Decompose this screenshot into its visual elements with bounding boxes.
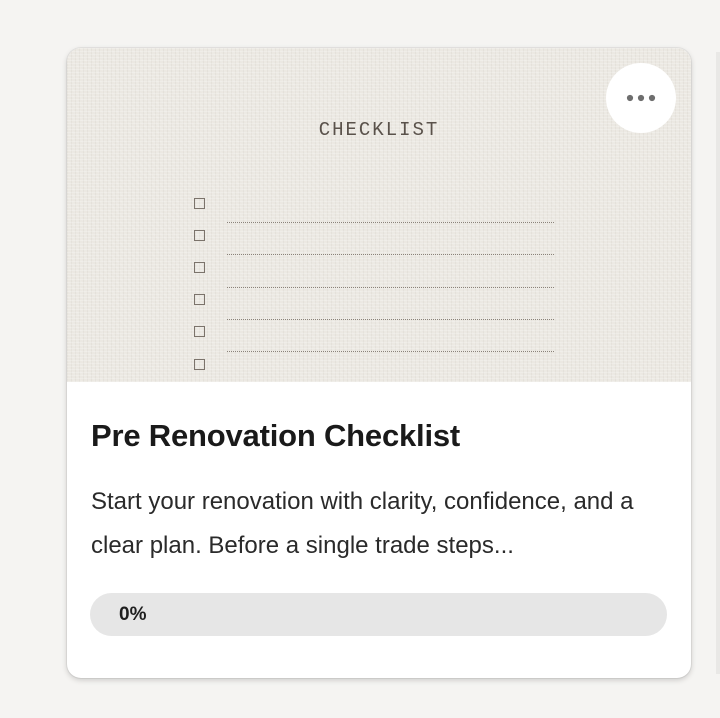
cover-image: CHECKLIST	[67, 48, 691, 382]
checkbox-icon	[194, 198, 205, 209]
checkbox-icon	[194, 230, 205, 241]
checkbox-icon	[194, 326, 205, 337]
checklist-line	[227, 287, 554, 288]
more-horizontal-icon	[626, 94, 656, 102]
checklist-line	[227, 351, 554, 352]
progress-label: 0%	[119, 604, 147, 625]
cover-title: CHECKLIST	[318, 119, 440, 141]
page: CHECKLIST Pre Renovation Checklist Start…	[0, 0, 720, 718]
checkbox-icon	[194, 262, 205, 273]
checklist-card[interactable]: CHECKLIST Pre Renovation Checklist Start…	[67, 48, 691, 678]
next-card-edge[interactable]	[716, 52, 720, 674]
card-title[interactable]: Pre Renovation Checklist	[91, 418, 460, 454]
checkbox-icon	[194, 294, 205, 305]
progress-bar: 0%	[90, 593, 667, 636]
card-description: Start your renovation with clarity, conf…	[91, 488, 634, 559]
checkbox-icon	[194, 359, 205, 370]
checklist-line	[227, 319, 554, 320]
checklist-line	[227, 254, 554, 255]
checklist-line	[227, 222, 554, 223]
more-options-button[interactable]	[606, 63, 676, 133]
